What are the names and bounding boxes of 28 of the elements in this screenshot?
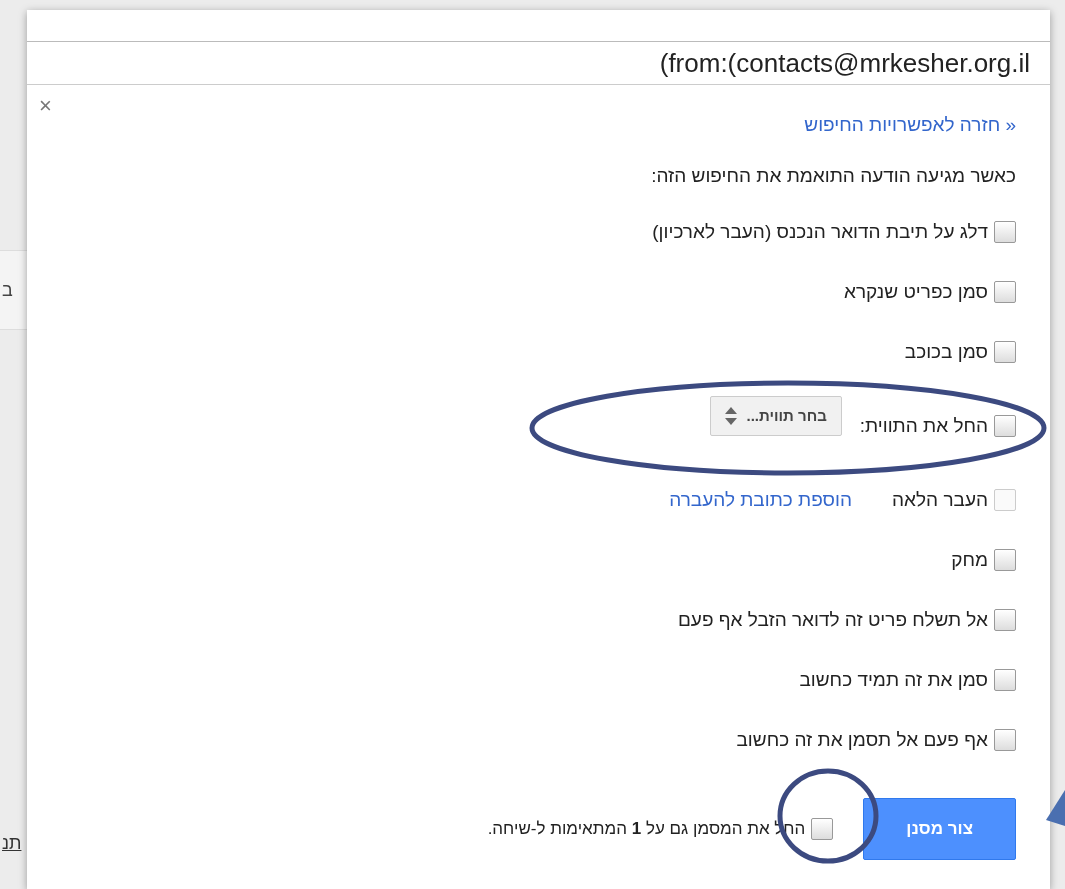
- option-label: מחק: [951, 547, 988, 572]
- checkbox[interactable]: [994, 549, 1016, 571]
- background-text: ב: [1, 278, 13, 302]
- option-label: אף פעם אל תסמן את זה כחשוב: [736, 727, 988, 752]
- label-select[interactable]: בחר תווית...: [709, 395, 842, 437]
- option-label: דלג על תיבת הדואר הנכנס (העבר לארכיון): [652, 219, 988, 244]
- create-filter-button[interactable]: צור מסנן: [863, 798, 1016, 860]
- arrow-icon: [1046, 790, 1065, 826]
- option-label: אל תשלח פריט זה לדואר הזבל אף פעם: [677, 607, 988, 632]
- option-label: סמן את זה תמיד כחשוב: [799, 667, 988, 692]
- checkbox[interactable]: [994, 415, 1016, 437]
- sort-arrows-icon: [724, 407, 737, 425]
- checkbox[interactable]: [994, 609, 1016, 631]
- checkbox[interactable]: [994, 221, 1016, 243]
- option-label: סמן בכוכב: [904, 339, 988, 364]
- checkbox[interactable]: [811, 817, 834, 840]
- back-link[interactable]: « חזרה לאפשרויות החיפוש: [804, 111, 1016, 140]
- background-link[interactable]: תנ: [2, 830, 22, 857]
- checkbox[interactable]: [994, 729, 1016, 751]
- search-field[interactable]: (from:(contacts@mrkesher.org.il: [27, 43, 1050, 83]
- checkbox[interactable]: [994, 281, 1016, 303]
- close-button[interactable]: ×: [39, 95, 52, 117]
- option-label: העבר הלאה: [892, 487, 988, 512]
- checkbox[interactable]: [994, 341, 1016, 363]
- checkbox[interactable]: [994, 669, 1016, 691]
- option-label: סמן כפריט שנקרא: [843, 279, 988, 304]
- option-label: החל את התווית:: [859, 413, 988, 438]
- intro-text: כאשר מגיעה הודעה התואמת את החיפוש הזה:: [650, 163, 1016, 188]
